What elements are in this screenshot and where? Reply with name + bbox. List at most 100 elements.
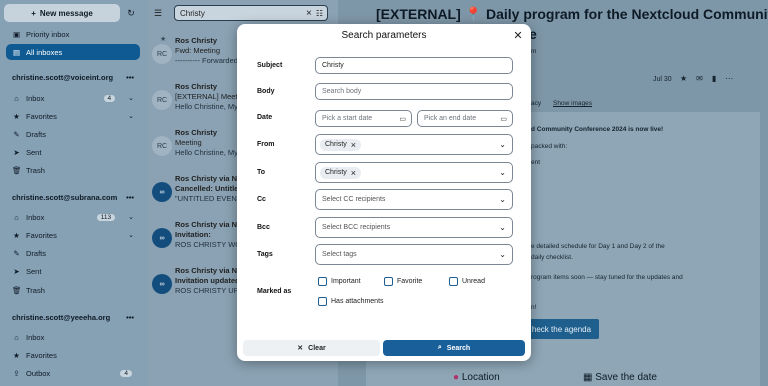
inbox-icon: ▤	[12, 47, 21, 57]
sidebar-item-label: Priority inbox	[26, 29, 70, 39]
chevron-down-icon[interactable]: ⌄	[499, 195, 506, 204]
account-header[interactable]: christine.scott@subrana.com •••	[12, 193, 140, 202]
sidebar-item-label: Favorites	[26, 350, 57, 360]
checkbox-box[interactable]	[318, 277, 327, 286]
body-line: n!	[531, 304, 537, 311]
more-icon[interactable]: •••	[126, 73, 134, 82]
checkbox-box[interactable]	[318, 297, 327, 306]
avatar: RC	[152, 90, 172, 110]
pin-icon: ●	[453, 372, 460, 383]
unread-checkbox[interactable]: Unread	[449, 277, 485, 286]
message-subject: Invitation updated	[175, 276, 240, 285]
refresh-icon[interactable]: ↻	[124, 6, 138, 20]
star-icon: ★	[13, 111, 20, 121]
important-checkbox[interactable]: Important	[318, 277, 361, 286]
show-images-link[interactable]: Show images	[553, 100, 592, 107]
sidebar-item-favorites[interactable]: ★ Favorites ⌄	[6, 227, 140, 243]
home-icon: ⌂	[14, 93, 19, 103]
chevron-down-icon[interactable]: ⌄	[499, 140, 506, 149]
account-header[interactable]: christine.scott@yeeeha.org •••	[12, 313, 140, 322]
nextcloud-logo-icon: ∞	[152, 274, 172, 294]
tags-select[interactable]: Select tags ⌄	[315, 244, 513, 265]
account-email: christine.scott@subrana.com	[12, 193, 118, 202]
check-agenda-button[interactable]: heck the agenda	[524, 319, 599, 339]
calendar-icon[interactable]: ▭	[500, 115, 507, 123]
search-input[interactable]: Christy × ☷	[174, 5, 328, 21]
clear-search-icon[interactable]: ×	[306, 8, 312, 19]
sender-fragment: m	[531, 48, 537, 55]
chevron-down-icon[interactable]: ⌄	[499, 223, 506, 232]
remove-chip-icon[interactable]: ×	[351, 168, 356, 177]
subject-input[interactable]: Christy	[315, 57, 513, 74]
sidebar-item-label: Drafts	[26, 129, 47, 139]
sidebar-item-all-inboxes[interactable]: ▤ All inboxes	[6, 44, 140, 60]
more-icon[interactable]: •••	[126, 193, 134, 202]
start-date-input[interactable]: Pick a start date ▭	[315, 110, 412, 127]
checkbox-box[interactable]	[449, 277, 458, 286]
outbox-icon: ⇪	[13, 368, 20, 378]
calendar-icon[interactable]: ▭	[399, 115, 406, 123]
pencil-icon: ✎	[13, 248, 20, 258]
sidebar-item-inbox[interactable]: ⌂ Inbox 4 ⌄	[6, 90, 140, 106]
sidebar-item-outbox[interactable]: ⇪ Outbox 4	[6, 365, 140, 381]
trash-icon: 🗑	[12, 165, 22, 175]
chip-label: Christy	[325, 141, 347, 148]
sidebar-item-trash[interactable]: 🗑 Trash	[6, 282, 140, 298]
star-icon[interactable]: ★	[160, 35, 166, 43]
save-date-text: Save the date	[595, 372, 657, 383]
clear-button[interactable]: ✕ Clear	[243, 340, 380, 356]
chevron-down-icon[interactable]: ⌄	[499, 250, 506, 259]
message-preview: Hello Christine, My	[175, 148, 238, 157]
chevron-down-icon[interactable]: ⌄	[128, 213, 134, 221]
avatar: RC	[152, 136, 172, 156]
sidebar-item-sent[interactable]: ➤ Sent	[6, 263, 140, 279]
has-attachments-checkbox[interactable]: Has attachments	[318, 297, 384, 306]
sidebar-item-inbox[interactable]: ⌂ Inbox 113 ⌄	[6, 209, 140, 225]
chevron-down-icon[interactable]: ⌄	[128, 231, 134, 239]
new-message-button[interactable]: + New message	[4, 4, 120, 22]
from-select[interactable]: Christy × ⌄	[315, 134, 513, 155]
sidebar-item-drafts[interactable]: ✎ Drafts	[6, 245, 140, 261]
bcc-select[interactable]: Select BCC recipients ⌄	[315, 217, 513, 238]
nextcloud-logo-icon: ∞	[152, 228, 172, 248]
filter-icon[interactable]: ☷	[316, 9, 323, 18]
delete-icon[interactable]: ▮	[712, 74, 716, 83]
close-icon[interactable]: ✕	[512, 29, 524, 42]
tags-label: Tags	[257, 251, 273, 258]
sidebar-item-favorites[interactable]: ★ Favorites	[6, 347, 140, 363]
sidebar-item-drafts[interactable]: ✎ Drafts	[6, 126, 140, 142]
sidebar-item-inbox[interactable]: ⌂ Inbox	[6, 329, 140, 345]
search-button[interactable]: ⌕ Search	[383, 340, 525, 356]
search-button-label: Search	[446, 344, 471, 352]
sidebar-item-label: Favorites	[26, 230, 57, 240]
marked-as-label: Marked as	[257, 288, 292, 295]
favorite-checkbox[interactable]: Favorite	[384, 277, 422, 286]
checkbox-box[interactable]	[384, 277, 393, 286]
sidebar-item-label: Inbox	[26, 212, 45, 222]
remove-chip-icon[interactable]: ×	[351, 140, 356, 149]
sidebar-item-priority-inbox[interactable]: ▣ Priority inbox	[6, 26, 140, 42]
mark-unread-icon[interactable]: ✉	[696, 74, 703, 83]
account-header[interactable]: christine.scott@voiceint.org •••	[12, 73, 140, 82]
to-select[interactable]: Christy × ⌄	[315, 162, 513, 183]
pencil-icon: ✎	[13, 129, 20, 139]
message-from: Ros Christy	[175, 128, 218, 137]
trash-icon: 🗑	[12, 285, 22, 295]
sidebar-item-sent[interactable]: ➤ Sent	[6, 144, 140, 160]
body-input[interactable]: Search body	[315, 83, 513, 100]
more-icon[interactable]: ⋯	[725, 74, 733, 83]
star-icon[interactable]: ★	[680, 74, 687, 83]
cc-select[interactable]: Select CC recipients ⌄	[315, 189, 513, 210]
chevron-down-icon[interactable]: ⌄	[499, 168, 506, 177]
chevron-down-icon[interactable]: ⌄	[128, 94, 134, 102]
account-email: christine.scott@yeeeha.org	[12, 313, 111, 322]
chevron-down-icon[interactable]: ⌄	[128, 112, 134, 120]
end-date-input[interactable]: Pick an end date ▭	[417, 110, 513, 127]
body-label: Body	[257, 88, 275, 95]
sidebar-item-trash[interactable]: 🗑 Trash	[6, 162, 140, 178]
more-icon[interactable]: •••	[126, 313, 134, 322]
sidebar-item-favorites[interactable]: ★ Favorites ⌄	[6, 108, 140, 124]
list-toggle-icon[interactable]: ☰	[154, 8, 162, 19]
sidebar-item-label: Drafts	[26, 248, 47, 258]
sidebar-item-label: Trash	[26, 165, 45, 175]
